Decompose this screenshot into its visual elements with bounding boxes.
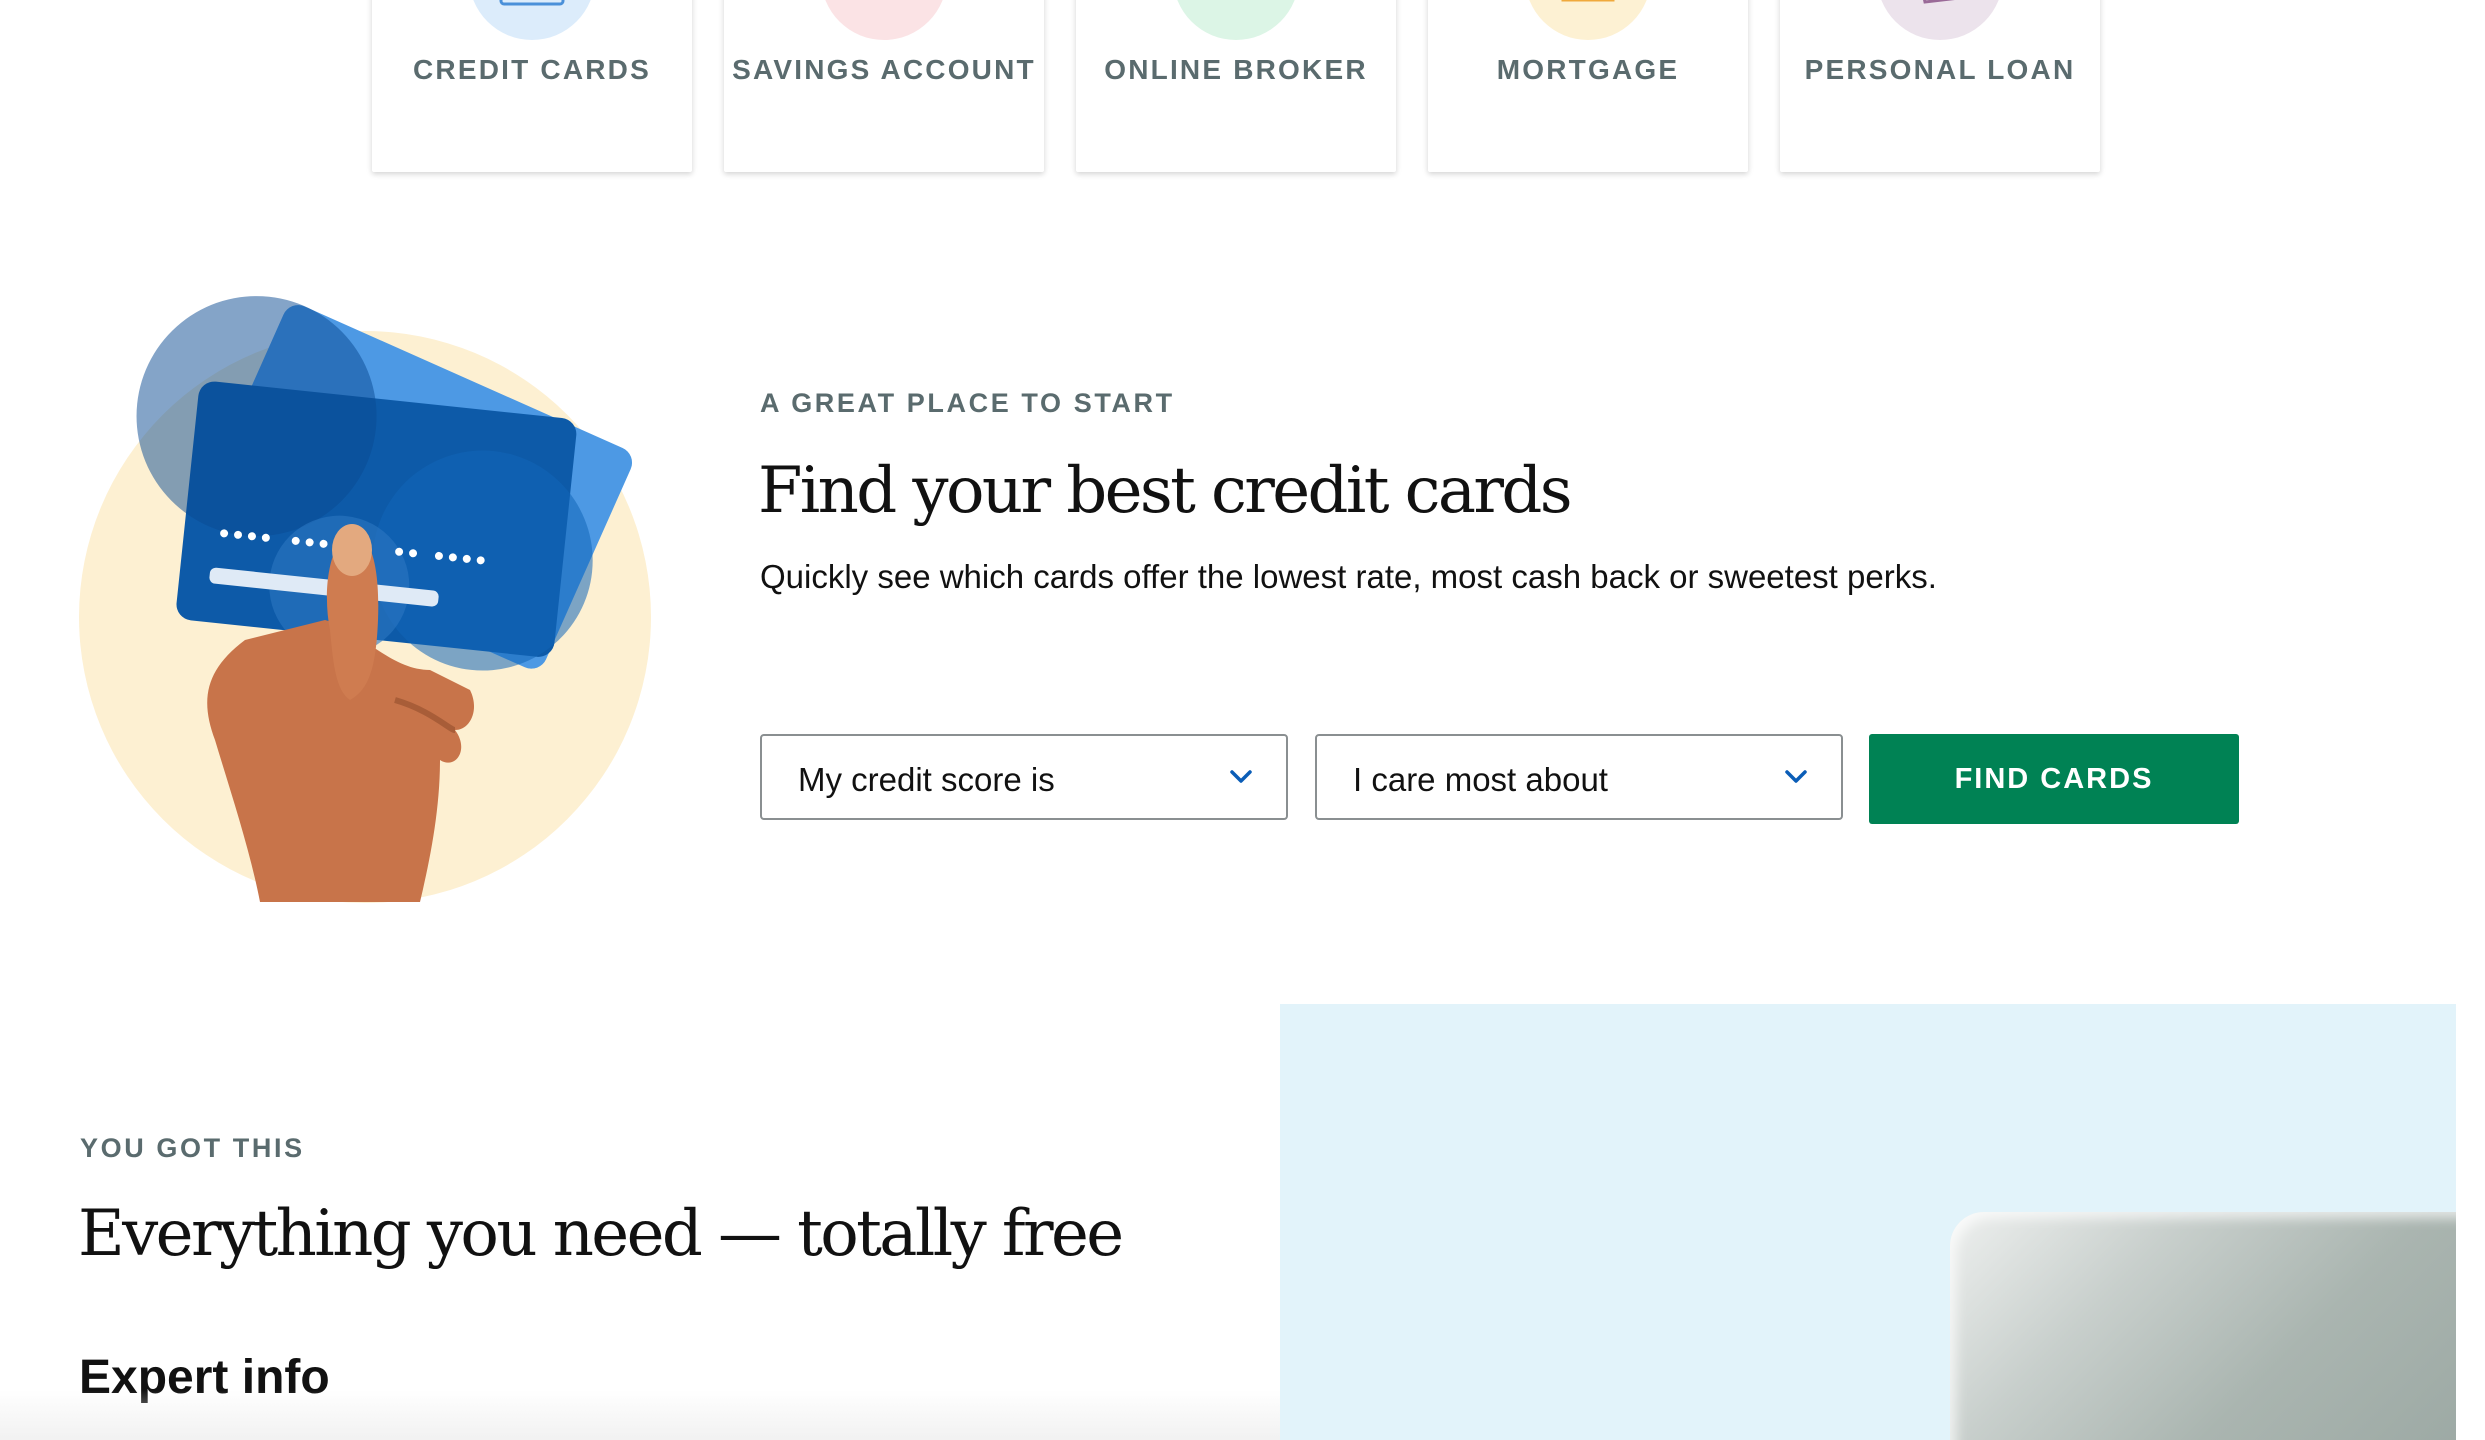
category-tile-personal-loan[interactable]: PERSONAL LOAN (1780, 0, 2100, 172)
bottom-fade (0, 1390, 1280, 1440)
category-label: CREDIT CARDS (413, 54, 651, 85)
credit-card-icon (469, 0, 595, 40)
promo-title: Everything you need — totally free (78, 1197, 1124, 1271)
chevron-down-icon (1230, 770, 1252, 783)
promo-eyebrow: YOU GOT THIS (80, 1133, 305, 1163)
credit-card-hand-illustration (79, 296, 651, 903)
chevron-down-icon (1785, 770, 1807, 783)
find-cards-button-label: FIND CARDS (1954, 763, 2154, 795)
house-icon (1525, 0, 1651, 40)
category-label: SAVINGS ACCOUNT (732, 54, 1036, 85)
category-tile-savings-account[interactable]: SAVINGS ACCOUNT (724, 0, 1044, 172)
priority-select[interactable]: I care most about (1315, 734, 1843, 820)
bank-icon (821, 0, 947, 40)
category-tile-online-broker[interactable]: ONLINE BROKER (1076, 0, 1396, 172)
finder-title: Find your best credit cards (758, 454, 1573, 528)
category-label: PERSONAL LOAN (1804, 54, 2076, 85)
finder-subtitle: Quickly see which cards offer the lowest… (760, 558, 1937, 595)
laptop-image (1950, 1212, 2456, 1440)
category-tile-mortgage[interactable]: MORTGAGE (1428, 0, 1748, 172)
find-cards-button[interactable]: FIND CARDS (1869, 734, 2239, 824)
credit-score-select[interactable]: My credit score is (760, 734, 1288, 820)
cash-icon (1877, 0, 2003, 40)
category-tile-credit-cards[interactable]: CREDIT CARDS (372, 0, 692, 172)
bar-chart-icon (1173, 0, 1299, 40)
credit-score-select-value: My credit score is (798, 761, 1055, 798)
category-label: MORTGAGE (1496, 54, 1680, 85)
finder-eyebrow: A GREAT PLACE TO START (760, 388, 1175, 418)
priority-select-value: I care most about (1353, 761, 1608, 798)
category-label: ONLINE BROKER (1104, 54, 1368, 85)
laptop-photo (1280, 1004, 2456, 1440)
